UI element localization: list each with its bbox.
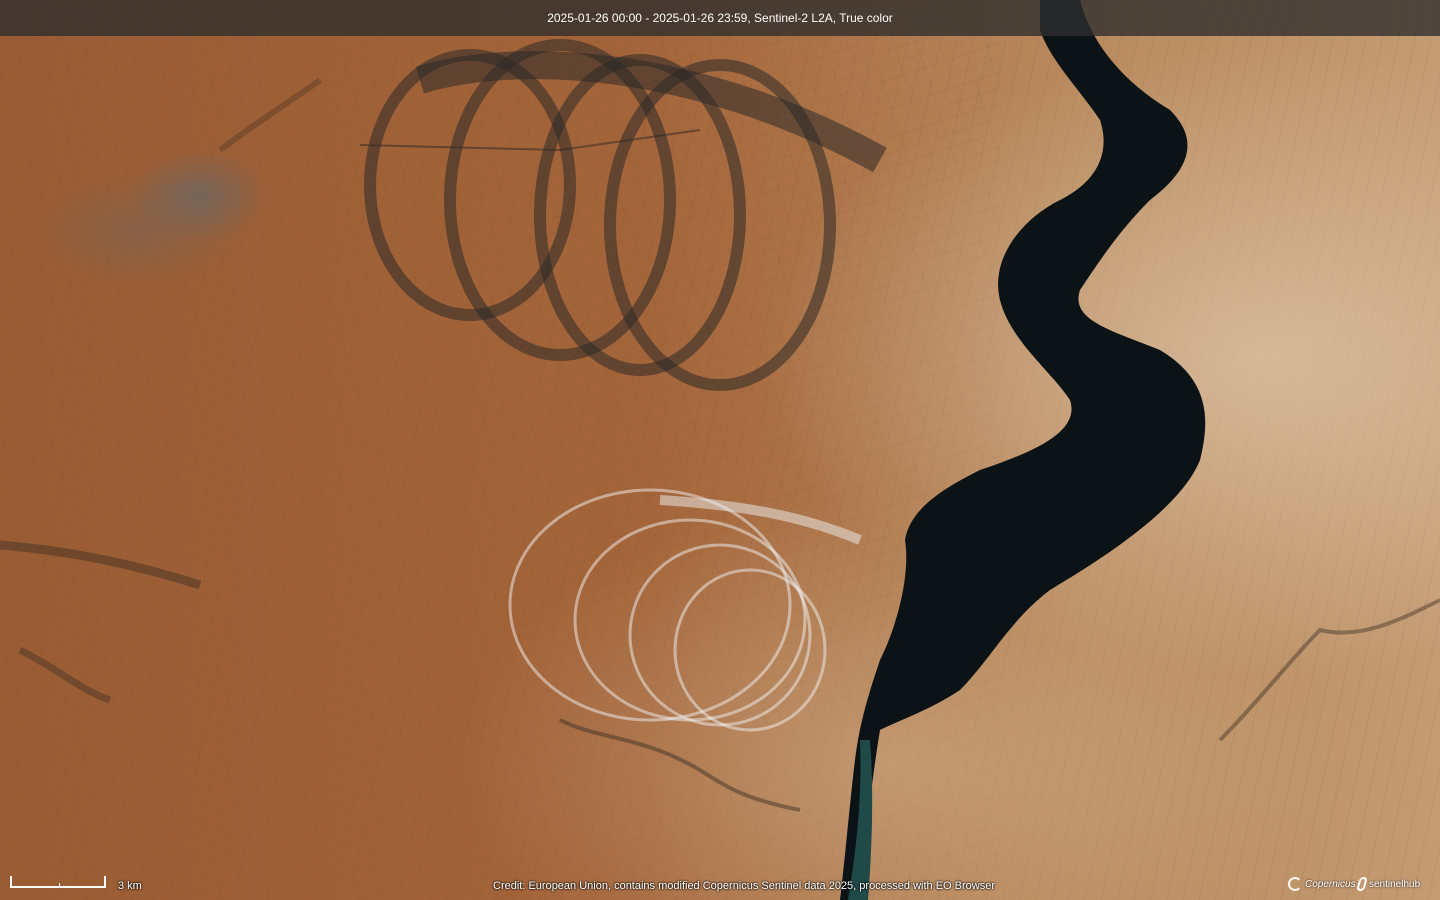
town-outskirts [30,170,250,290]
map-viewer[interactable]: 2025-01-26 00:00 - 2025-01-26 23:59, Sen… [0,0,1440,900]
copernicus-label: Copernicus [1305,878,1356,890]
credit-text: Credit: European Union, contains modifie… [493,880,995,892]
sentinelhub-logo: sentinelhub [1356,874,1421,894]
copernicus-logo: Copernicus [1288,874,1356,894]
sentinelhub-icon [1356,877,1368,891]
scale-label: 3 km [118,880,142,892]
sentinelhub-label: sentinelhub [1369,878,1421,890]
acquisition-title: 2025-01-26 00:00 - 2025-01-26 23:59, Sen… [547,11,893,25]
acquisition-info-bar: 2025-01-26 00:00 - 2025-01-26 23:59, Sen… [0,0,1440,36]
scale-bar-tick [59,883,60,888]
scale-bar [10,876,110,892]
scale-bar-line [10,876,106,888]
satellite-image[interactable] [0,0,1440,900]
copernicus-icon [1288,877,1302,891]
